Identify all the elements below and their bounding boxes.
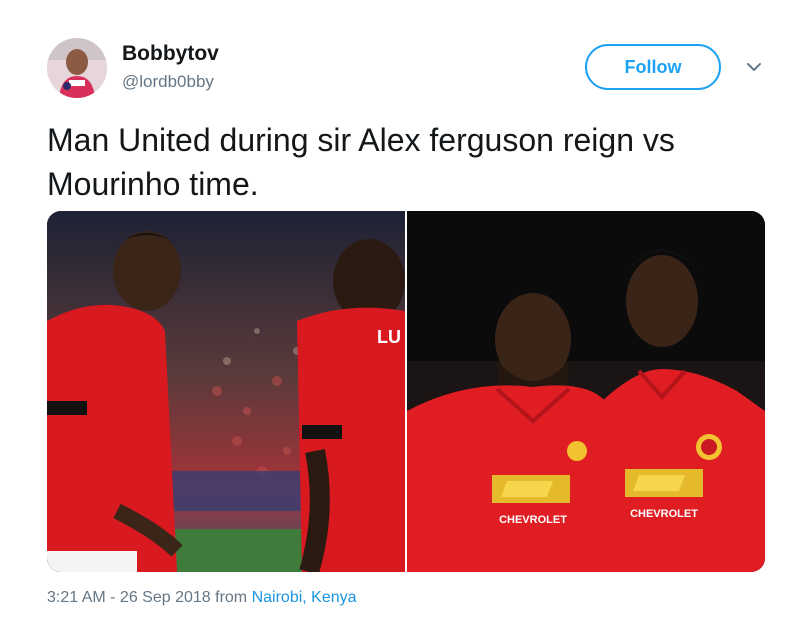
location-link[interactable]: Nairobi, Kenya (252, 589, 357, 606)
jersey-lettering: LU (377, 327, 401, 347)
tweet-card: Bobbytov @lordb0bby Follow Man United du… (0, 0, 800, 621)
avatar[interactable] (47, 38, 107, 98)
timestamp[interactable]: 3:21 AM - 26 Sep 2018 (47, 589, 211, 606)
photo-left[interactable]: LU (47, 211, 405, 572)
photo-right[interactable]: CHEVROLET CHEVROLET (407, 211, 765, 572)
sponsor-right: CHEVROLET (630, 508, 698, 520)
chevron-down-icon[interactable] (745, 60, 763, 74)
tweet-meta: 3:21 AM - 26 Sep 2018 from Nairobi, Keny… (47, 589, 357, 607)
user-handle[interactable]: @lordb0bby (122, 72, 214, 92)
display-name[interactable]: Bobbytov (122, 42, 219, 66)
tweet-text: Man United during sir Alex ferguson reig… (47, 122, 675, 202)
sponsor-left: CHEVROLET (499, 514, 567, 526)
follow-button[interactable]: Follow (585, 44, 721, 90)
tweet-media[interactable]: LU CHEVROLET CHEVROLET (47, 211, 765, 572)
from-label: from (215, 589, 248, 606)
